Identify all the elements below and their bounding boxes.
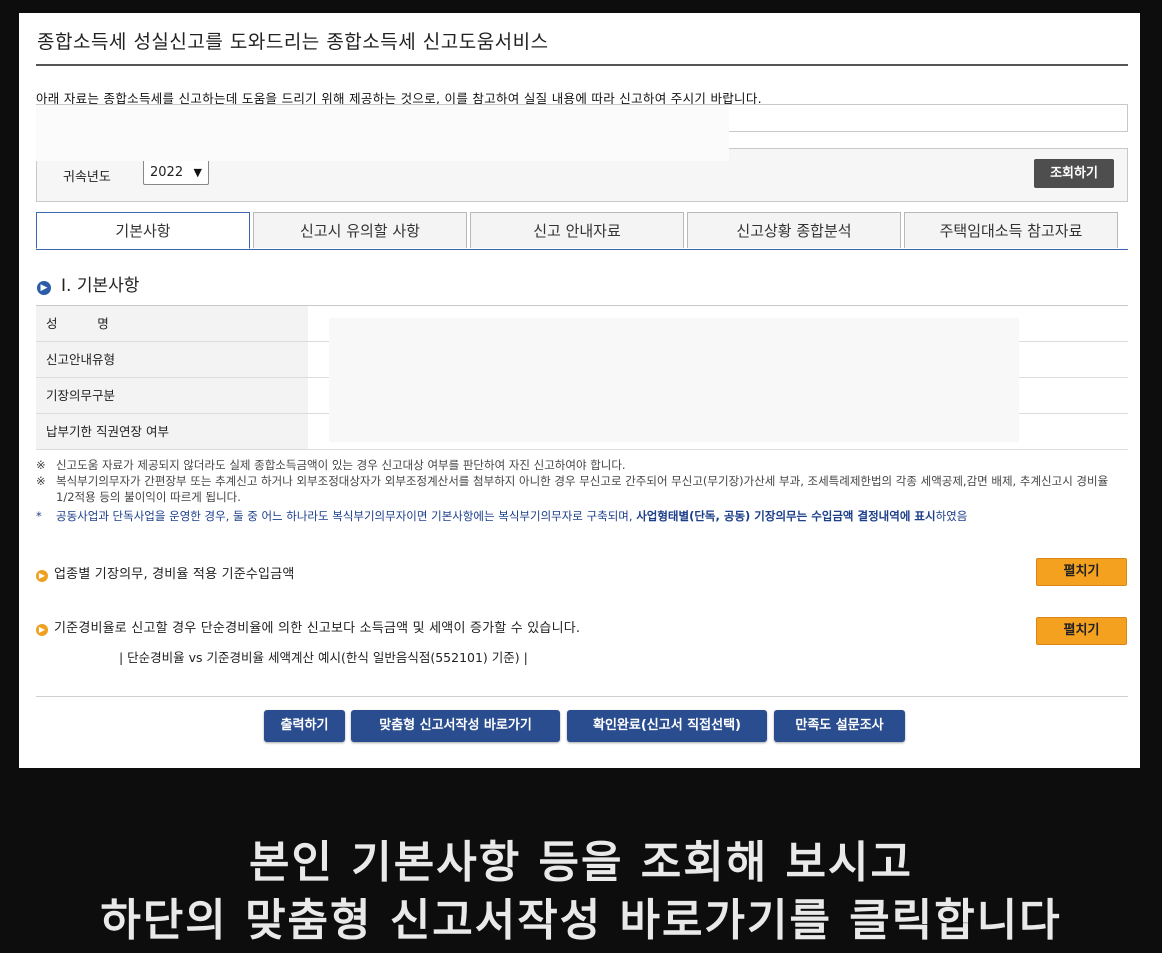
print-button[interactable]: 출력하기: [264, 710, 345, 742]
note-item: ※ 복식부기의무자가 간편장부 또는 추계신고 하거나 외부조정대상자가 외부조정…: [36, 474, 1109, 504]
expand-standard-rate-button[interactable]: 펼치기: [1036, 617, 1127, 645]
caption-line-1: 본인 기본사항 등을 조회해 보시고: [249, 837, 913, 888]
survey-button[interactable]: 만족도 설문조사: [774, 710, 905, 742]
tax-example-link[interactable]: | 단순경비율 vs 기준경비율 세액계산 예시(한식 일반음식점(552101…: [119, 647, 528, 666]
bottom-divider: [36, 696, 1128, 697]
confirm-button[interactable]: 확인완료(신고서 직접선택): [567, 710, 767, 742]
standard-rate-heading: ▶ 기준경비율로 신고할 경우 단순경비율에 의한 신고보다 소득금액 및 세액이…: [36, 617, 580, 636]
section-title: ▶ Ⅰ. 기본사항: [37, 271, 139, 296]
chevron-down-icon: ▼: [193, 166, 202, 179]
title-divider: [36, 64, 1128, 66]
caption-line-2: 하단의 맞춤형 신고서작성 바로가기를 클릭합니다: [100, 895, 1062, 946]
tab-filing-guide[interactable]: 신고 안내자료: [470, 212, 684, 248]
arrow-right-icon: ▶: [37, 281, 51, 295]
tab-basic-info[interactable]: 기본사항: [36, 212, 250, 249]
row-label-bookkeeping: 기장의무구분: [36, 378, 308, 413]
row-label-deadline-extension: 납부기한 직권연장 여부: [36, 414, 308, 449]
row-label-name: 성 명: [36, 306, 308, 341]
tab-bar: 기본사항 신고시 유의할 사항 신고 안내자료 신고상황 종합분석 주택임대소득…: [36, 212, 1128, 250]
custom-filing-button[interactable]: 맞춤형 신고서작성 바로가기: [351, 710, 560, 742]
row-label-guide-type: 신고안내유형: [36, 342, 308, 377]
arrow-right-icon: ▶: [36, 570, 48, 582]
year-select[interactable]: 2022 ▼: [143, 159, 209, 185]
redacted-area: [36, 105, 729, 161]
expense-section-heading: ▶ 업종별 기장의무, 경비율 적용 기준수입금액: [36, 563, 295, 582]
page-title: 종합소득세 성실신고를 도와드리는 종합소득세 신고도움서비스: [37, 31, 549, 53]
year-label: 귀속년도: [63, 170, 111, 185]
arrow-right-icon: ▶: [36, 624, 48, 636]
tab-filing-cautions[interactable]: 신고시 유의할 사항: [253, 212, 467, 248]
tab-filing-analysis[interactable]: 신고상황 종합분석: [687, 212, 901, 248]
notes-block: ※ 신고도움 자료가 제공되지 않더라도 실제 종합소득금액이 있는 경우 신고대…: [36, 457, 1128, 524]
search-button[interactable]: 조회하기: [1034, 159, 1114, 188]
note-item: * 공동사업과 단독사업을 운영한 경우, 둘 중 어느 하나라도 복식부기의무자…: [36, 509, 968, 523]
tab-rental-income[interactable]: 주택임대소득 참고자료: [904, 212, 1118, 248]
note-item: ※ 신고도움 자료가 제공되지 않더라도 실제 종합소득금액이 있는 경우 신고대…: [36, 458, 626, 472]
tax-service-panel: 종합소득세 성실신고를 도와드리는 종합소득세 신고도움서비스 아래 자료는 종…: [19, 13, 1140, 768]
year-select-value: 2022: [150, 165, 184, 180]
expand-expense-button[interactable]: 펼치기: [1036, 558, 1127, 586]
redacted-values: [329, 318, 1019, 442]
